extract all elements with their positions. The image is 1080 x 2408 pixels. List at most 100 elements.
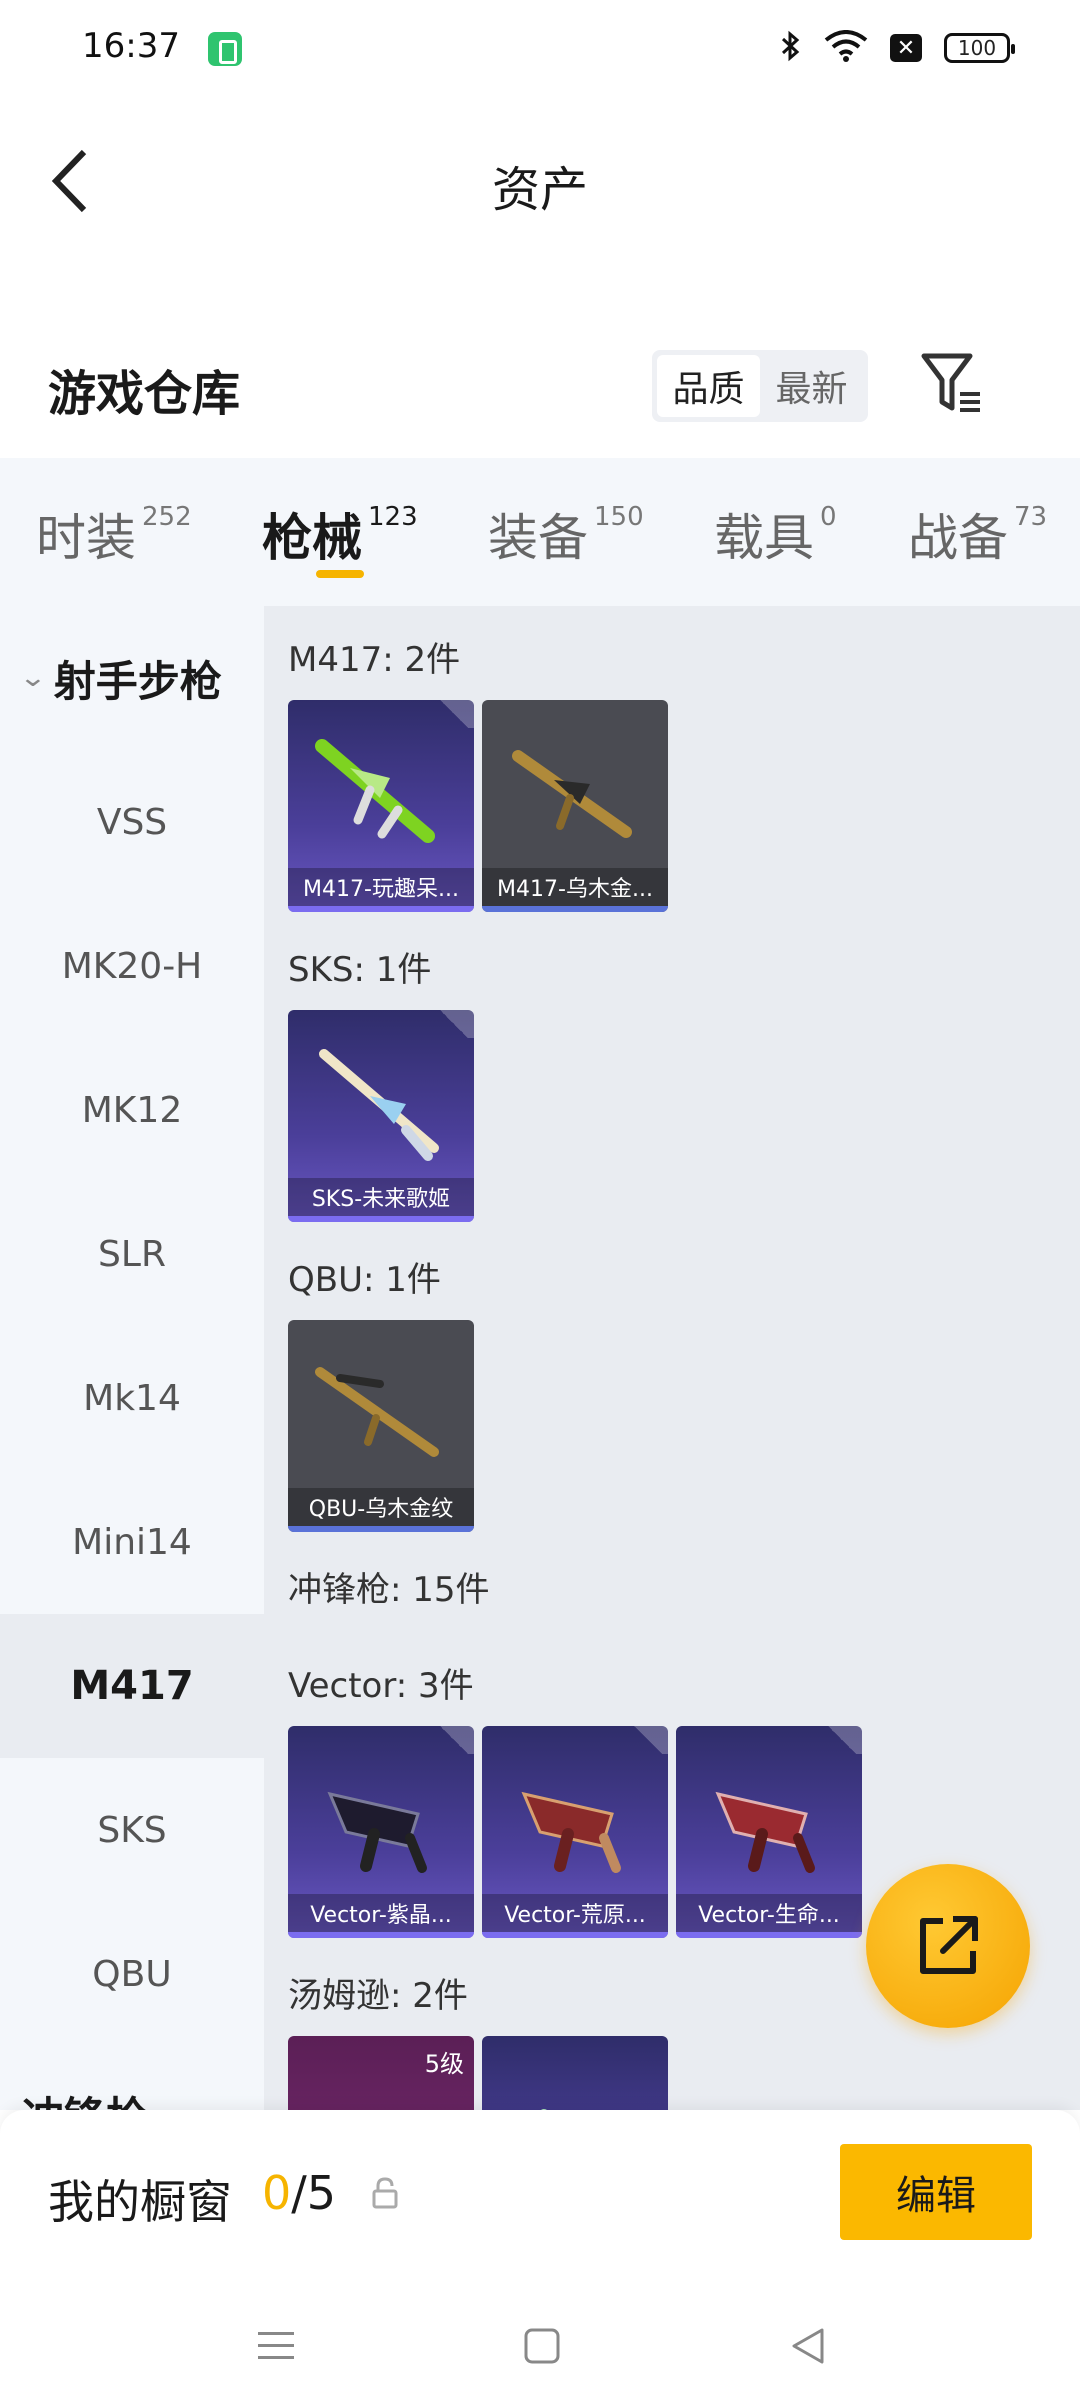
sort-toggle: 品质 最新 — [652, 350, 868, 422]
weapon-card-label: QBU-乌木金纹 — [288, 1488, 474, 1526]
rarity-bar — [288, 1216, 474, 1222]
category-tabs: 时装 252 枪械 123 装备 150 载具 0 战备 73 — [0, 458, 1080, 606]
wifi-icon — [824, 29, 868, 67]
showcase-label: 我的橱窗 — [48, 2175, 232, 2229]
home-icon[interactable] — [520, 2324, 564, 2368]
showcase-current: 0 — [262, 2166, 292, 2220]
sort-quality-option[interactable]: 品质 — [657, 355, 760, 417]
sidebar-group-smg[interactable]: 冲锋枪 — [22, 2084, 148, 2110]
tab-label: 时装 — [36, 509, 136, 567]
tab-count: 73 — [1014, 502, 1048, 532]
weapon-card[interactable]: Vector-紫晶... — [288, 1726, 474, 1938]
tab-count: 0 — [820, 502, 837, 532]
filter-button[interactable] — [918, 350, 988, 420]
tab-count: 123 — [368, 502, 418, 532]
weapon-card-label: M417-玩趣呆... — [288, 868, 474, 906]
share-icon — [920, 1916, 978, 1974]
card-corner-decoration — [628, 1726, 668, 1754]
card-corner-decoration — [434, 700, 474, 728]
sidebar-item-slr[interactable]: SLR — [0, 1182, 264, 1326]
warehouse-title: 游戏仓库 — [48, 366, 241, 422]
showcase-bar: 我的橱窗 0/5 编辑 — [0, 2110, 1080, 2280]
weapon-card-label: Vector-紫晶... — [288, 1894, 474, 1932]
section-title: 冲锋枪: 15件 — [288, 1570, 490, 1610]
notification-x-icon: ✕ — [890, 34, 922, 62]
app-header: 资产 — [0, 120, 1080, 240]
sidebar-item-mini14[interactable]: Mini14 — [0, 1470, 264, 1614]
sort-newest-option[interactable]: 最新 — [760, 355, 863, 417]
filter-icon — [921, 353, 980, 412]
tab-vehicles[interactable]: 载具 0 — [714, 498, 837, 570]
rarity-bar — [482, 1932, 668, 1938]
battery-icon: 100 — [944, 33, 1015, 63]
rifle-icon — [319, 1049, 439, 1161]
sidebar-group-marksman[interactable]: ⌄ 射手步枪 — [0, 606, 264, 750]
status-icons: ✕ 100 — [780, 26, 1015, 70]
bluetooth-icon — [780, 30, 802, 67]
rarity-bar — [676, 1932, 862, 1938]
weapon-type-sidebar: ⌄ 射手步枪 VSS MK20-H MK12 SLR Mk14 Mini14 M… — [0, 606, 264, 2110]
rifle-icon — [315, 739, 435, 843]
smg-icon — [715, 1791, 815, 1873]
showcase-total: /5 — [291, 2166, 337, 2220]
section-title: 汤姆逊: 2件 — [288, 1976, 468, 2016]
sidebar-item-mk14[interactable]: Mk14 — [0, 1326, 264, 1470]
sidebar-item-qbu[interactable]: QBU — [0, 1902, 264, 2046]
back-nav-icon[interactable] — [786, 2324, 830, 2368]
status-bar: 16:37 ✕ 100 — [0, 0, 1080, 96]
active-tab-indicator — [316, 570, 364, 578]
weapon-card[interactable]: QBU-乌木金纹 — [288, 1320, 474, 1532]
tab-fashion[interactable]: 时装 252 — [36, 498, 192, 570]
card-corner-decoration — [822, 1726, 862, 1754]
status-time: 16:37 — [82, 26, 180, 66]
menu-icon[interactable] — [254, 2324, 298, 2368]
weapon-card-label: Vector-生命... — [676, 1894, 862, 1932]
sidebar-item-mk20h[interactable]: MK20-H — [0, 894, 264, 1038]
sidebar-item-m417[interactable]: M417 — [0, 1614, 264, 1758]
tab-count: 252 — [142, 502, 192, 532]
chevron-down-icon: ⌄ — [18, 663, 48, 693]
sidebar-item-sks[interactable]: SKS — [0, 1758, 264, 1902]
tab-supplies[interactable]: 战备 73 — [908, 498, 1047, 570]
rifle-icon — [315, 1367, 439, 1457]
weapon-card[interactable] — [482, 2036, 668, 2110]
sidebar-item-vss[interactable]: VSS — [0, 750, 264, 894]
smg-icon — [327, 1791, 427, 1873]
sidebar-group-label: 射手步枪 — [53, 656, 222, 706]
smg-icon — [310, 2064, 450, 2110]
weapon-card-label: M417-乌木金... — [482, 868, 668, 906]
smg-icon — [521, 1791, 621, 1873]
tab-label: 装备 — [488, 509, 588, 567]
sidebar-item-mk12[interactable]: MK12 — [0, 1038, 264, 1182]
tab-label: 战备 — [908, 509, 1008, 567]
battery-saver-icon — [208, 32, 242, 66]
section-title: Vector: 3件 — [288, 1666, 474, 1706]
page-title: 资产 — [491, 162, 588, 218]
weapon-card[interactable]: Vector-生命... — [676, 1726, 862, 1938]
weapon-card[interactable]: 5级 — [288, 2036, 474, 2110]
card-corner-decoration — [434, 1010, 474, 1038]
tab-guns[interactable]: 枪械 123 — [262, 498, 418, 570]
tab-equipment[interactable]: 装备 150 — [488, 498, 644, 570]
share-button[interactable] — [866, 1864, 1030, 2028]
rarity-bar — [288, 1932, 474, 1938]
rarity-bar — [288, 1526, 474, 1532]
card-corner-decoration — [434, 1726, 474, 1754]
rifle-icon — [512, 750, 632, 838]
smg-icon — [541, 2109, 547, 2110]
section-title: QBU: 1件 — [288, 1260, 441, 1300]
rarity-bar — [482, 906, 668, 912]
system-nav-bar — [0, 2280, 1080, 2408]
tab-count: 150 — [594, 502, 644, 532]
rarity-bar — [288, 906, 474, 912]
weapon-card[interactable]: SKS-未来歌姬 — [288, 1010, 474, 1222]
section-title: M417: 2件 — [288, 640, 461, 680]
weapon-card[interactable]: M417-玩趣呆... — [288, 700, 474, 912]
weapon-card-label: SKS-未来歌姬 — [288, 1178, 474, 1216]
showcase-count: 0/5 — [262, 2166, 336, 2220]
edit-button[interactable]: 编辑 — [840, 2144, 1032, 2240]
lock-icon — [372, 2177, 398, 2209]
weapon-card[interactable]: M417-乌木金... — [482, 700, 668, 912]
weapon-card[interactable]: Vector-荒原... — [482, 1726, 668, 1938]
weapon-card-label: Vector-荒原... — [482, 1894, 668, 1932]
